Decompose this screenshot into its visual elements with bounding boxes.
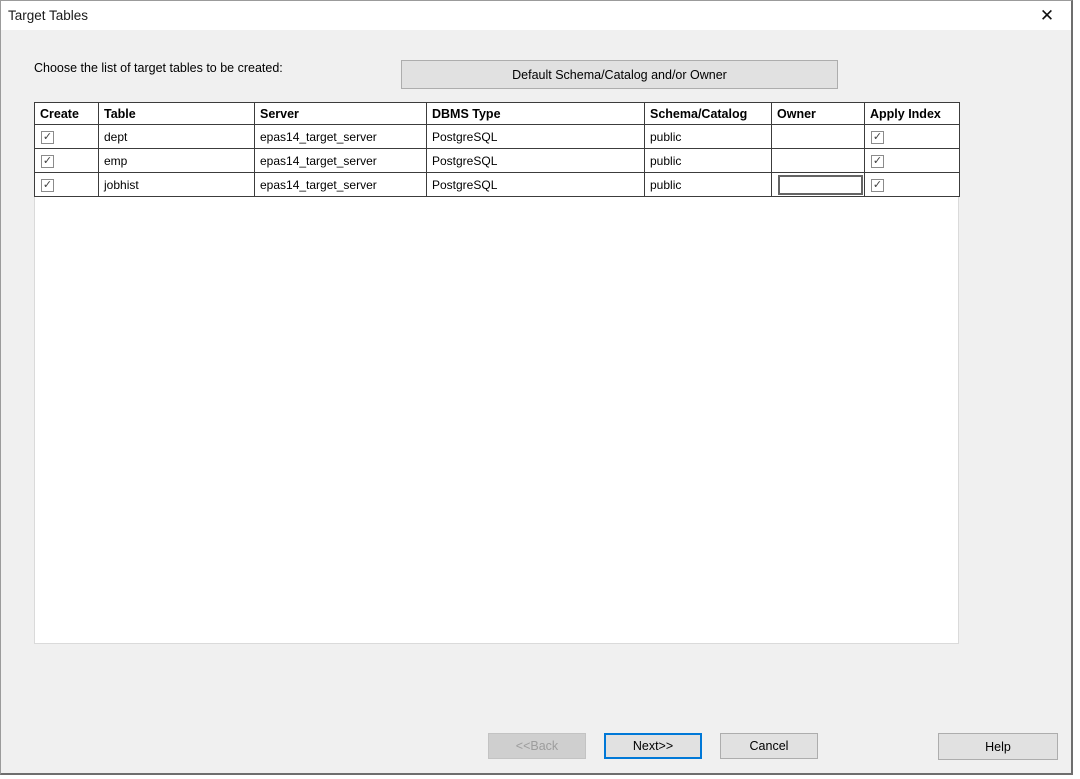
cell-owner[interactable] [772,125,865,149]
cell-create: ✓ [35,173,99,197]
default-schema-owner-button[interactable]: Default Schema/Catalog and/or Owner [401,60,838,89]
table-row-emp: ✓ empepas14_target_serverPostgreSQLpublic… [35,149,960,173]
grid-header-row: CreateTableServerDBMS TypeSchema/Catalog… [35,103,960,125]
back-button: <<Back [488,733,586,759]
cell-server: epas14_target_server [255,125,427,149]
next-button[interactable]: Next>> [604,733,702,759]
titlebar: Target Tables ✕ [1,1,1071,30]
cell-schema-catalog: public [645,173,772,197]
target-tables-grid: CreateTableServerDBMS TypeSchema/Catalog… [34,102,960,197]
cancel-button[interactable]: Cancel [720,733,818,759]
target-tables-panel: CreateTableServerDBMS TypeSchema/Catalog… [34,102,959,644]
column-header-create: Create [35,103,99,125]
cell-create: ✓ [35,149,99,173]
create-checkbox[interactable]: ✓ [41,131,54,144]
apply-index-checkbox[interactable]: ✓ [871,179,884,192]
table-row-dept: ✓ deptepas14_target_serverPostgreSQLpubli… [35,125,960,149]
grid-body: ✓ deptepas14_target_serverPostgreSQLpubli… [35,125,960,197]
cell-owner[interactable] [772,149,865,173]
cell-table: emp [99,149,255,173]
cell-apply-index: ✓ [865,149,960,173]
cell-table: dept [99,125,255,149]
create-checkbox[interactable]: ✓ [41,155,54,168]
owner-input[interactable] [778,175,863,195]
cell-server: epas14_target_server [255,173,427,197]
cell-create: ✓ [35,125,99,149]
column-header-owner: Owner [772,103,865,125]
cell-apply-index: ✓ [865,173,960,197]
table-row-jobhist: ✓ jobhistepas14_target_serverPostgreSQLpu… [35,173,960,197]
dialog-body: Choose the list of target tables to be c… [1,30,1071,773]
column-header-dbms-type: DBMS Type [427,103,645,125]
instruction-label: Choose the list of target tables to be c… [34,61,283,75]
cell-owner[interactable] [772,173,865,197]
cell-dbms-type: PostgreSQL [427,125,645,149]
cell-dbms-type: PostgreSQL [427,173,645,197]
cell-schema-catalog: public [645,125,772,149]
target-tables-dialog: Target Tables ✕ Choose the list of targe… [0,0,1073,775]
cell-dbms-type: PostgreSQL [427,149,645,173]
help-button[interactable]: Help [938,733,1058,760]
create-checkbox[interactable]: ✓ [41,179,54,192]
column-header-server: Server [255,103,427,125]
apply-index-checkbox[interactable]: ✓ [871,131,884,144]
close-icon[interactable]: ✕ [1034,3,1060,29]
cell-apply-index: ✓ [865,125,960,149]
cell-schema-catalog: public [645,149,772,173]
column-header-apply-index: Apply Index [865,103,960,125]
column-header-table: Table [99,103,255,125]
cell-server: epas14_target_server [255,149,427,173]
column-header-schema-catalog: Schema/Catalog [645,103,772,125]
cell-table: jobhist [99,173,255,197]
apply-index-checkbox[interactable]: ✓ [871,155,884,168]
dialog-title: Target Tables [1,8,88,23]
